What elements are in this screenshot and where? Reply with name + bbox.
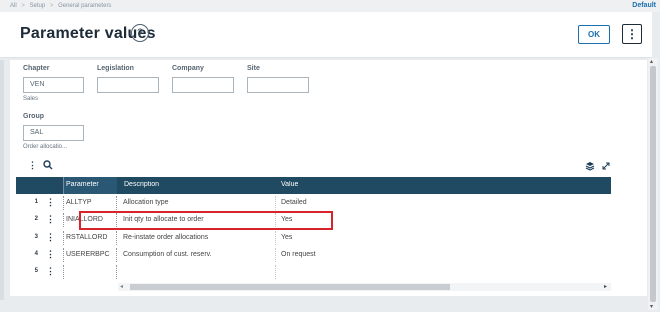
parameter-cell[interactable] <box>63 265 117 279</box>
scroll-right-icon[interactable]: ▸ <box>604 283 607 290</box>
scroll-left-icon[interactable]: ◂ <box>120 283 123 290</box>
company-field[interactable] <box>172 77 234 93</box>
breadcrumb-separator: > <box>21 3 25 9</box>
table-row[interactable]: 1 ⋮ ALLTYP Allocation type Detailed <box>16 196 611 210</box>
layers-icon[interactable] <box>585 161 595 173</box>
group-field[interactable]: SAL <box>23 125 84 141</box>
ok-button[interactable]: OK <box>578 25 610 44</box>
chapter-field[interactable]: VEN <box>23 77 84 93</box>
legislation-field[interactable] <box>97 77 159 93</box>
breadcrumb-setup[interactable]: Setup <box>30 3 46 9</box>
group-description: Order allocatio... <box>23 144 68 150</box>
default-link[interactable]: Default <box>632 2 656 9</box>
row-number: 1 <box>34 199 38 205</box>
value-cell[interactable]: Detailed <box>277 196 357 210</box>
table-row[interactable]: 3 ⋮ RSTALLORD Re-instate order allocatio… <box>16 231 611 245</box>
breadcrumb: All > Setup > General parameters <box>10 3 114 9</box>
description-cell <box>119 265 276 279</box>
company-label: Company <box>172 65 204 72</box>
page-header: Parameter values ? OK ⋮ <box>0 12 652 58</box>
description-cell: Re-instate order allocations <box>119 231 276 245</box>
top-bar: All > Setup > General parameters Default <box>0 0 660 12</box>
highlight-box <box>79 211 333 230</box>
horizontal-scroll-thumb[interactable] <box>130 284 450 290</box>
row-number: 5 <box>34 268 38 274</box>
value-cell[interactable] <box>277 265 357 279</box>
scroll-up-icon[interactable]: ▴ <box>650 58 653 65</box>
chapter-description: Sales <box>23 96 39 102</box>
site-label: Site <box>247 65 260 72</box>
column-header-parameter[interactable]: Parameter <box>66 181 99 188</box>
breadcrumb-general-parameters[interactable]: General parameters <box>58 3 111 9</box>
row-actions-icon[interactable]: ⋮ <box>46 232 55 243</box>
legislation-label: Legislation <box>97 65 134 72</box>
value-cell[interactable]: On request <box>277 248 357 262</box>
description-cell: Allocation type <box>119 196 276 210</box>
column-header-value[interactable]: Value <box>281 181 298 188</box>
row-number: 4 <box>34 251 38 257</box>
row-actions-icon[interactable]: ⋮ <box>46 266 55 277</box>
parameter-cell[interactable]: USERERBPC <box>63 248 117 262</box>
value-cell[interactable]: Yes <box>277 231 357 245</box>
row-number: 2 <box>34 216 38 222</box>
chapter-label: Chapter <box>23 65 50 72</box>
grid-actions-button[interactable]: ⋮ <box>28 160 37 171</box>
vertical-scrollbar[interactable]: ▴ ▾ <box>648 58 658 310</box>
grid-header: Parameter Description Value <box>16 177 611 194</box>
column-header-description[interactable]: Description <box>124 181 159 188</box>
description-cell: Consumption of cust. reserv. <box>119 248 276 262</box>
row-actions-icon[interactable]: ⋮ <box>46 249 55 260</box>
left-edge <box>0 60 4 300</box>
scroll-down-icon[interactable]: ▾ <box>650 303 653 310</box>
vertical-scroll-thumb[interactable] <box>650 66 656 302</box>
group-label: Group <box>23 113 44 120</box>
breadcrumb-separator: > <box>49 3 54 9</box>
site-field[interactable] <box>247 77 309 93</box>
breadcrumb-all[interactable]: All <box>10 3 17 9</box>
table-row[interactable]: 5 ⋮ <box>16 265 611 279</box>
help-icon[interactable]: ? <box>131 24 149 42</box>
parameter-cell[interactable]: RSTALLORD <box>63 231 117 245</box>
search-icon[interactable] <box>43 160 53 172</box>
table-row[interactable]: 4 ⋮ USERERBPC Consumption of cust. reser… <box>16 248 611 262</box>
row-actions-icon[interactable]: ⋮ <box>46 214 55 225</box>
expand-icon[interactable] <box>601 161 611 173</box>
row-number: 3 <box>34 234 38 240</box>
row-actions-icon[interactable]: ⋮ <box>46 197 55 208</box>
horizontal-scrollbar[interactable]: ◂ ▸ <box>118 283 611 291</box>
more-actions-button[interactable]: ⋮ <box>622 24 642 44</box>
parameter-cell[interactable]: ALLTYP <box>63 196 117 210</box>
